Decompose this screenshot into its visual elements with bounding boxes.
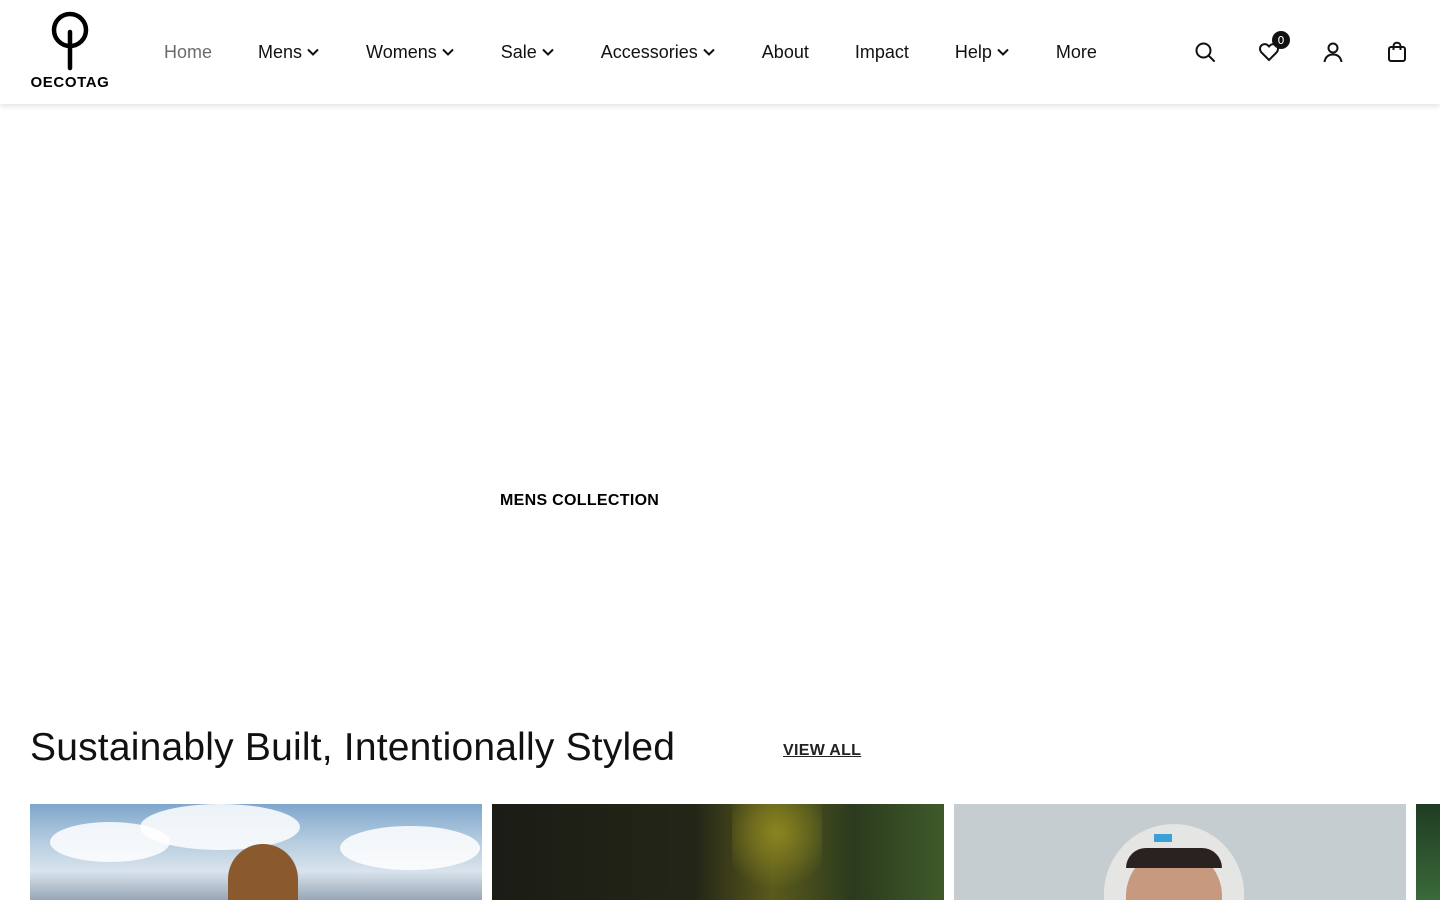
header-actions: 0 <box>1154 0 1410 104</box>
nav-item-accessories[interactable]: Accessories <box>601 42 716 63</box>
nav-item-label: Help <box>954 41 992 62</box>
brand-mark-icon <box>51 11 89 71</box>
chevron-down-icon <box>542 48 554 56</box>
nav-item-label: More <box>1055 41 1097 62</box>
nav-item-help[interactable]: Help <box>955 42 1010 63</box>
nav-item-home[interactable]: Home <box>164 42 212 63</box>
brand-name: OECOTAG <box>30 74 110 91</box>
search-button[interactable] <box>1192 39 1218 65</box>
nav-item-more[interactable]: More <box>1056 42 1097 63</box>
nav-item-impact[interactable]: Impact <box>855 42 909 63</box>
hero-banner: MENS COLLECTION <box>0 104 1440 694</box>
hero-collection-link[interactable]: MENS COLLECTION <box>500 492 659 510</box>
product-card[interactable] <box>1416 804 1440 900</box>
foliage-highlight <box>732 804 822 900</box>
nav-item-mens[interactable]: Mens <box>258 42 320 63</box>
wishlist-button[interactable]: 0 <box>1256 31 1290 65</box>
product-card[interactable] <box>954 804 1406 900</box>
cart-button[interactable] <box>1384 39 1410 65</box>
main-nav: Home Mens Womens Sale Accessories About … <box>164 0 1143 104</box>
model-hair <box>1126 848 1222 868</box>
wishlist-count-badge: 0 <box>1272 31 1290 49</box>
nav-item-label: Womens <box>366 41 437 62</box>
nav-item-sale[interactable]: Sale <box>501 42 555 63</box>
nav-item-label: Impact <box>854 41 909 62</box>
search-icon <box>1195 42 1215 62</box>
user-icon <box>1323 42 1343 63</box>
shopping-bag-icon <box>1388 41 1406 62</box>
chevron-down-icon <box>442 48 454 56</box>
nav-item-womens[interactable]: Womens <box>366 42 455 63</box>
nav-item-about[interactable]: About <box>762 42 809 63</box>
section-title: Sustainably Built, Intentionally Styled <box>30 726 676 769</box>
model-hair <box>228 844 298 900</box>
cloud-shape <box>140 804 300 850</box>
cloud-shape <box>340 826 480 870</box>
nav-item-label: Mens <box>258 41 303 62</box>
hood-tag <box>1154 834 1172 842</box>
nav-item-label: Home <box>164 41 213 62</box>
product-card[interactable] <box>492 804 944 900</box>
chevron-down-icon <box>703 48 715 56</box>
product-card[interactable] <box>30 804 482 900</box>
account-button[interactable] <box>1320 39 1346 65</box>
chevron-down-icon <box>307 48 319 56</box>
nav-item-label: Sale <box>500 41 537 62</box>
product-carousel <box>30 804 1440 900</box>
brand-logo[interactable]: OECOTAG <box>28 10 112 94</box>
nav-item-label: About <box>761 41 809 62</box>
view-all-link[interactable]: VIEW ALL <box>783 742 861 760</box>
chevron-down-icon <box>997 48 1009 56</box>
site-header: OECOTAG Home Mens Womens Sale Accessorie… <box>0 0 1440 104</box>
nav-item-label: Accessories <box>600 41 698 62</box>
